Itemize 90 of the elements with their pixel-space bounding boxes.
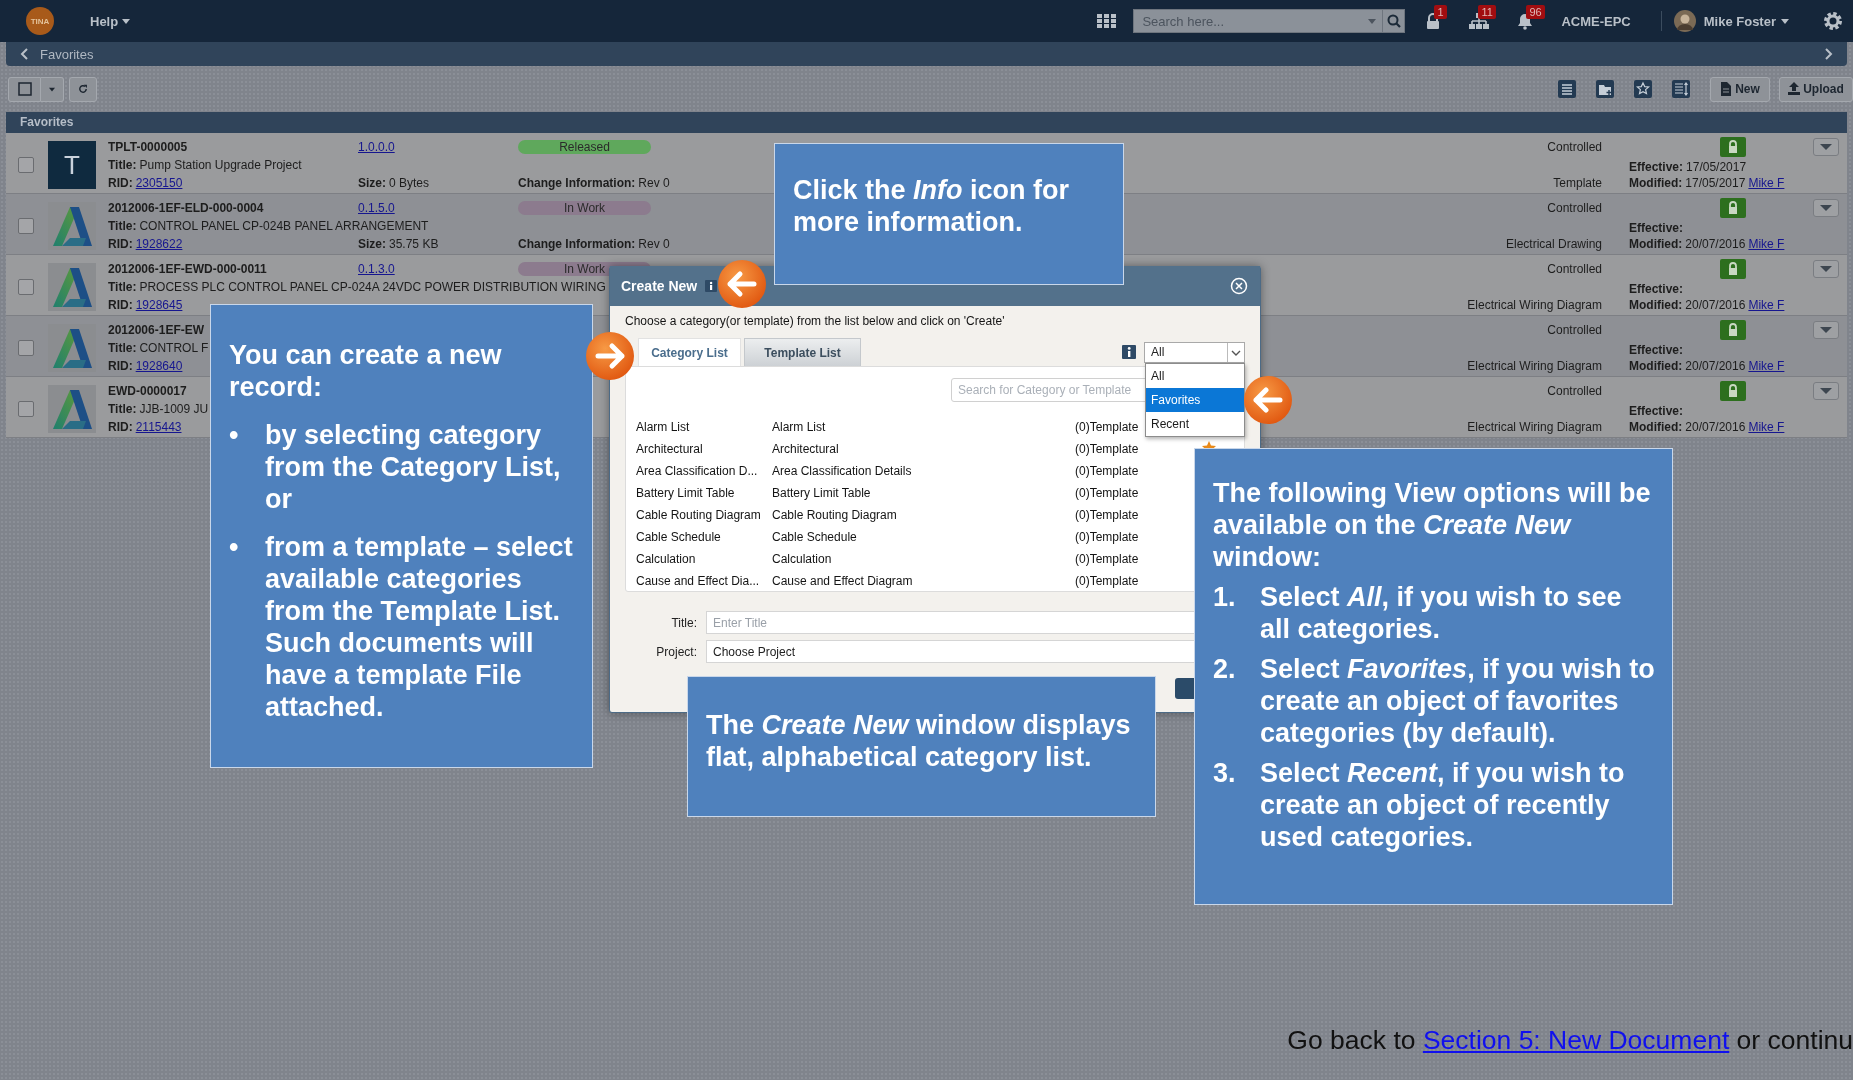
field-label: RID:	[108, 176, 133, 190]
list-marker: 1.	[1213, 581, 1237, 613]
field-label: Title:	[108, 341, 137, 355]
field-label: Modified:	[1629, 420, 1683, 434]
field-value: CONTROL F	[139, 341, 209, 355]
field-label: Modified:	[1629, 298, 1683, 312]
thumbnail: T	[48, 141, 96, 189]
document-type: Electrical Wiring Diagram	[1467, 420, 1602, 434]
field-label: Effective:	[1629, 282, 1684, 296]
field-value: 35.75 KB	[389, 237, 439, 251]
field-value: Rev 0	[638, 176, 670, 190]
field-label: Size:	[358, 237, 386, 251]
field-label: Effective:	[1629, 160, 1684, 174]
field-label: Title:	[108, 280, 137, 294]
count-badge: 96	[1526, 4, 1545, 19]
field-label: Project:	[655, 644, 697, 659]
field-label: Modified:	[1629, 176, 1683, 190]
callout-text: Select Recent, if you wish to create an object of recently used categories.	[1260, 757, 1626, 853]
category-description: Battery Limit Table	[772, 486, 872, 500]
field-label: RID:	[108, 359, 133, 373]
field-value: 20/07/2016	[1685, 237, 1746, 251]
dialog-title: Create New	[621, 278, 698, 294]
section-header: Favorites	[6, 112, 1847, 133]
field-value: PROCESS PLC CONTROL PANEL CP-024A 24VDC POWER DISTRIBUTION WIRING	[139, 280, 606, 294]
field-label: Modified:	[1629, 237, 1683, 251]
field-label: Modified:	[1629, 359, 1683, 373]
field-value: 17/05/2017	[1685, 176, 1746, 190]
navigation-sentence: Go back to Section 5: New Document or continu	[1287, 1025, 1853, 1056]
count-badge: 11	[1478, 5, 1496, 19]
template-count: (0)Template	[1075, 442, 1140, 456]
instruction-text: Choose a category(or template) from the list below and click on 'Create'	[625, 314, 1006, 328]
template-count: (0)Template	[1075, 486, 1140, 500]
status-badge: Released	[518, 140, 651, 154]
field-label: Effective:	[1629, 343, 1684, 357]
callout-text: Click the Info icon for more information.	[793, 174, 1071, 238]
field-value: 20/07/2016	[1685, 420, 1746, 434]
list-marker: •	[229, 531, 240, 563]
callout-text: by selecting category from the Category List, or	[265, 419, 562, 515]
callout-text: from a template – select available categories from the Template List. Such documents will have a template File attached.	[265, 531, 574, 723]
field-value: 0 Bytes	[389, 176, 430, 190]
field-value: 20/07/2016	[1685, 359, 1746, 373]
callout-text: The Create New window displays flat, alphabetical category list.	[706, 709, 1132, 773]
category-description: Calculation	[772, 552, 833, 566]
field-label: Size:	[358, 176, 386, 190]
field-label: Title:	[108, 158, 137, 172]
status-badge: In Work	[518, 201, 651, 215]
list-marker: 3.	[1213, 757, 1237, 789]
field-value: 17/05/2017	[1686, 160, 1747, 174]
field-value: CONTROL PANEL CP-024B PANEL ARRANGEMENT	[139, 219, 429, 233]
document-type: Electrical Wiring Diagram	[1467, 359, 1602, 373]
category-description: Alarm List	[772, 420, 827, 434]
template-count: (0)Template	[1075, 464, 1140, 478]
template-count: (0)Template	[1075, 574, 1140, 588]
field-label: Effective:	[1629, 221, 1684, 235]
callout-text: The following View options will be available on the Create New window:	[1213, 477, 1652, 573]
document-type: Electrical Drawing	[1505, 237, 1602, 251]
control-label: Controlled	[1547, 201, 1602, 215]
field-value: 20/07/2016	[1685, 298, 1746, 312]
category-description: Cause and Effect Diagram	[772, 574, 914, 588]
field-label: RID:	[108, 298, 133, 312]
list-marker: •	[229, 419, 240, 451]
count-badge: 1	[1434, 5, 1447, 19]
document-type: Electrical Wiring Diagram	[1467, 298, 1602, 312]
template-count: (0)Template	[1075, 530, 1140, 544]
category-description: Cable Routing Diagram	[772, 508, 898, 522]
field-value: Pump Station Upgrade Project	[139, 158, 302, 172]
callout-text: Select All, if you wish to see all categories.	[1260, 581, 1623, 645]
category-description: Area Classification Details	[772, 464, 913, 478]
control-label: Controlled	[1547, 384, 1602, 398]
field-label: Change Information:	[518, 237, 636, 251]
category-description: Cable Schedule	[772, 530, 858, 544]
template-count: (0)Template	[1075, 552, 1140, 566]
field-label: RID:	[108, 237, 133, 251]
field-label: Change Information:	[518, 176, 636, 190]
field-label: Title:	[108, 219, 137, 233]
field-value: JJB-1009 JU	[139, 402, 209, 416]
field-label: Effective:	[1629, 404, 1684, 418]
template-count: (0)Template	[1075, 508, 1140, 522]
category-description: Architectural	[772, 442, 840, 456]
field-label: RID:	[108, 420, 133, 434]
control-label: Controlled	[1547, 323, 1602, 337]
document-type: Template	[1553, 176, 1602, 190]
control-label: Controlled	[1547, 140, 1602, 154]
callout-text: You can create a new record:	[229, 339, 503, 403]
field-label: Title:	[108, 402, 137, 416]
field-label: Title:	[670, 615, 697, 630]
field-value: Rev 0	[638, 237, 670, 251]
callout-text: Select Favorites, if you wish to create an object of favorites categories (by default).	[1260, 653, 1656, 749]
template-count: (0)Template	[1075, 420, 1140, 434]
control-label: Controlled	[1547, 262, 1602, 276]
